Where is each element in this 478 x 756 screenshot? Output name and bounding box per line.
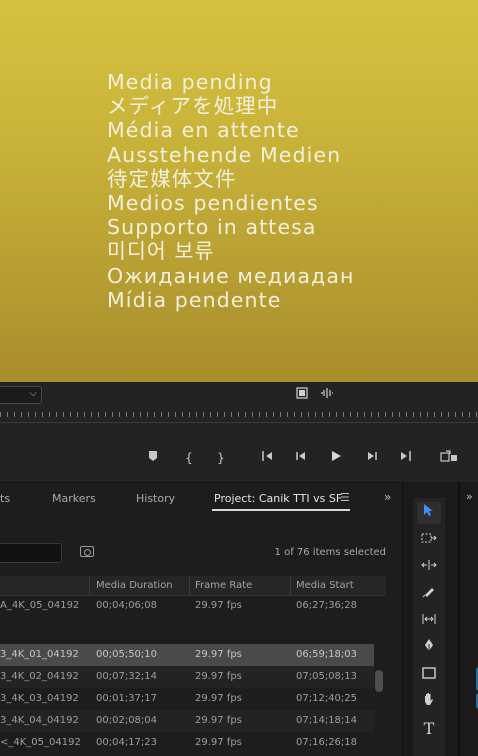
clip-name: A_4K_05_04192 <box>0 600 80 611</box>
frame-rate-cell: 29.97 fps <box>195 737 242 748</box>
frame-rate-cell: 29.97 fps <box>195 693 242 704</box>
media-duration-cell: 00;05;50;10 <box>96 649 158 660</box>
ruler-baseline <box>0 422 478 423</box>
monitor-control-strip: ⌵ <box>0 382 478 430</box>
hand-icon[interactable] <box>417 691 441 713</box>
clip-name: <_4K_05_04192 <box>0 737 81 748</box>
mark-in-icon[interactable]: { <box>178 448 200 468</box>
clip-row[interactable]: 3_4K_04_04192 00;02;08;04 29.97 fps 07;14;1… <box>0 710 374 732</box>
column-divider[interactable] <box>290 576 291 595</box>
column-divider[interactable] <box>189 576 190 595</box>
media-start-cell: 07;16;26;18 <box>296 737 358 748</box>
pending-line: Medios pendientes <box>107 191 319 216</box>
media-duration-cell: 00;02;08;04 <box>96 715 158 726</box>
frame-rate-cell: 29.97 fps <box>195 600 242 611</box>
pending-line: Ausstehende Medien <box>107 142 342 167</box>
play-icon[interactable] <box>325 448 347 468</box>
column-media-duration[interactable]: Media Duration <box>96 580 173 591</box>
frame-rate-cell: 29.97 fps <box>195 715 242 726</box>
pending-line: Média en attente <box>107 118 300 143</box>
panel-menu-icon[interactable]: ☰ <box>340 491 350 504</box>
pending-line: 待定媒体文件 <box>107 166 237 191</box>
clip-name: 3_4K_03_04192 <box>0 693 79 704</box>
find-icon[interactable] <box>80 546 94 557</box>
timeline-panel-edge: » <box>458 482 478 756</box>
selection-count: 1 of 76 items selected <box>274 547 386 558</box>
selection-tool-icon[interactable] <box>417 502 441 524</box>
clip-row[interactable] <box>0 617 374 639</box>
razor-icon[interactable] <box>417 583 441 605</box>
transport-controls: { } <box>0 430 478 482</box>
media-start-cell: 06;27;36;28 <box>296 600 358 611</box>
mark-out-icon[interactable]: } <box>210 448 232 468</box>
tab-project[interactable]: Project: Canik TTI vs SF <box>214 492 342 505</box>
step-back-icon[interactable] <box>290 448 312 468</box>
clip-name: 3_4K_02_04192 <box>0 671 79 682</box>
media-start-cell: 07;12;40;25 <box>296 693 358 704</box>
column-divider[interactable] <box>89 576 90 595</box>
go-to-out-icon[interactable] <box>395 448 417 468</box>
clip-row[interactable]: <_4K_05_04192 00;04;17;23 29.97 fps 07;16;2… <box>0 732 374 754</box>
program-monitor: Media pending メディアを処理中 Média en attente … <box>0 0 478 382</box>
scrollbar-thumb[interactable] <box>375 670 383 692</box>
pending-line: Media pending <box>107 70 273 94</box>
media-start-cell: 07;14;18;14 <box>296 715 358 726</box>
active-tab-indicator <box>212 509 350 511</box>
frame-rate-cell: 29.97 fps <box>195 649 242 660</box>
settings-frame-icon[interactable] <box>296 387 308 402</box>
media-pending-message: Media pending メディアを処理中 Média en attente … <box>107 70 355 312</box>
pending-line: Supporto in attesa <box>107 215 317 240</box>
clip-name: 3_4K_04_04192 <box>0 715 79 726</box>
chevron-down-icon: ⌵ <box>29 388 37 399</box>
pending-line: メディアを処理中 <box>107 94 279 119</box>
pending-line: Mídia pendente <box>107 287 282 312</box>
time-ruler[interactable] <box>0 412 478 422</box>
track-select-icon[interactable] <box>417 529 441 551</box>
tab-markers[interactable]: Markers <box>52 492 96 505</box>
audio-waveform-icon[interactable] <box>320 387 334 402</box>
project-panel: 1 of 76 items selected Media Duration Fr… <box>0 514 402 756</box>
clip-row[interactable]: 3_4K_02_04192 00;07;32;14 29.97 fps 07;05;0… <box>0 666 374 688</box>
pending-line: Ожидание медиадан <box>107 263 355 288</box>
tools-panel: T <box>402 482 459 756</box>
media-start-cell: 06;59;18;03 <box>296 649 358 660</box>
media-duration-cell: 00;04;06;08 <box>96 600 158 611</box>
frame-rate-cell: 29.97 fps <box>195 671 242 682</box>
search-input[interactable] <box>0 543 62 563</box>
tab-history[interactable]: History <box>136 492 175 505</box>
panel-tab-bar: ts Markers History Project: Canik TTI vs… <box>0 482 402 515</box>
media-start-cell: 07;05;08;13 <box>296 671 358 682</box>
tools-column: T <box>413 498 445 756</box>
export-frame-icon[interactable] <box>438 448 460 468</box>
pending-line: 미디어 보류 <box>107 239 215 264</box>
rectangle-icon[interactable] <box>417 664 441 686</box>
column-media-start[interactable]: Media Start <box>296 580 354 591</box>
timeline-tab-edge[interactable]: » <box>466 490 473 503</box>
tab-effects[interactable]: ts <box>0 492 10 505</box>
clip-row[interactable]: 3_4K_03_04192 00;01;37;17 29.97 fps 07;12;4… <box>0 688 374 710</box>
clip-name: 3_4K_01_04192 <box>0 649 79 660</box>
ripple-edit-icon[interactable] <box>417 556 441 578</box>
media-duration-cell: 00;01;37;17 <box>96 693 158 704</box>
pen-icon[interactable] <box>417 637 441 659</box>
go-to-in-icon[interactable] <box>256 448 278 468</box>
tabs-overflow-icon[interactable]: » <box>384 490 391 504</box>
clip-row[interactable]: A_4K_05_04192 00;04;06;08 29.97 fps 06;27;3… <box>0 595 374 617</box>
zoom-fit-dropdown[interactable]: ⌵ <box>0 386 42 404</box>
media-duration-cell: 00;07;32;14 <box>96 671 158 682</box>
column-header: Media Duration Frame Rate Media Start <box>0 576 386 596</box>
slip-icon[interactable] <box>417 610 441 632</box>
type-tool-icon[interactable]: T <box>417 718 441 740</box>
clip-row[interactable]: 3_4K_01_04192 00;05;50;10 29.97 fps 06;59;1… <box>0 644 374 666</box>
media-duration-cell: 00;04;17;23 <box>96 737 158 748</box>
marker-icon[interactable] <box>142 448 164 468</box>
column-frame-rate[interactable]: Frame Rate <box>195 580 252 591</box>
step-forward-icon[interactable] <box>361 448 383 468</box>
